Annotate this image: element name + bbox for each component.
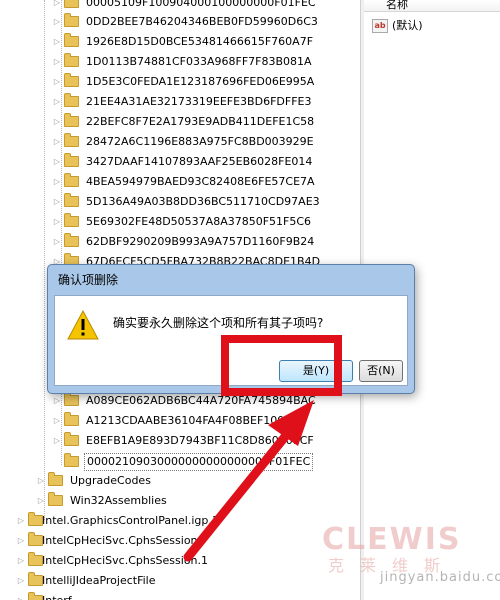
expand-arrow-icon[interactable]: ▷ (52, 72, 62, 92)
expand-arrow-icon[interactable]: ▷ (36, 471, 46, 491)
expand-arrow-icon[interactable]: ▷ (16, 511, 26, 531)
folder-icon (64, 233, 79, 247)
tree-node-label: UpgradeCodes (70, 474, 151, 487)
folder-icon (64, 133, 79, 147)
tree-node-label: A1213CDAABE36104FA4F08BEF100708 (86, 414, 306, 427)
tree-node-label: 1D5E3C0FEDA1E123187696FED06E995A (86, 75, 315, 88)
tree-node-label: IntelCpHeciSvc.CphsSession (42, 534, 198, 547)
folder-icon (64, 453, 79, 467)
folder-icon (64, 53, 79, 67)
tree-node-label: 22BEFC8F7E2A1793E9ADB411DEFE1C58 (86, 115, 315, 128)
watermark-url: jingyan.baidu.com (380, 570, 500, 585)
tree-node-label: 1D0113B74881CF033A968FF7F83B081A (86, 55, 312, 68)
folder-icon (64, 432, 79, 446)
tree-node-label: 21EE4A31AE32173319EEFE3BD6FDFFE3 (86, 95, 312, 108)
folder-icon (48, 472, 63, 486)
folder-icon (64, 73, 79, 87)
folder-icon (64, 0, 79, 8)
tree-node-label: Intel.GraphicsControlPanel.igp.1 (42, 514, 219, 527)
string-value-icon: ab (372, 19, 388, 33)
tree-node-label: 3427DAAF14107893AAF25EB6028FE014 (86, 155, 313, 168)
default-value-label: (默认) (392, 19, 423, 32)
tree-guide-line (44, 0, 45, 520)
expand-arrow-icon[interactable]: ▷ (52, 32, 62, 52)
dialog-title: 确认项删除 (58, 273, 119, 287)
expand-arrow-icon[interactable]: ▷ (52, 192, 62, 212)
folder-icon (64, 193, 79, 207)
folder-icon (64, 213, 79, 227)
tree-node-label: 1926E8D15D0BCE53481466615F760A7F (86, 35, 314, 48)
folder-icon (48, 492, 63, 506)
folder-icon (64, 13, 79, 27)
folder-icon (64, 412, 79, 426)
expand-arrow-icon[interactable]: ▷ (52, 172, 62, 192)
expand-arrow-icon[interactable]: ▷ (52, 152, 62, 172)
highlight-box (221, 335, 342, 396)
expand-arrow-icon[interactable]: ▷ (52, 112, 62, 132)
expand-arrow-icon[interactable]: ▷ (52, 52, 62, 72)
warning-icon (67, 310, 99, 340)
tree-node-label: IntelliJIdeaProjectFile (42, 574, 156, 587)
tree-node-label: 0DD2BEE7B46204346BEB0FD59960D6C3 (86, 15, 318, 28)
expand-arrow-icon[interactable]: ▷ (52, 431, 62, 451)
tree-node-label: E8EFB1A9E893D7943BF11C8D860801CF (86, 434, 314, 447)
folder-icon (64, 33, 79, 47)
expand-arrow-icon[interactable]: ▷ (52, 12, 62, 32)
tree-node-label: 5D136A49A03B8DD36BC511710CD97AE3 (86, 195, 320, 208)
folder-icon (64, 392, 79, 406)
tree-node-label: 28472A6C1196E883A975FC8BD003929E (86, 135, 314, 148)
expand-arrow-icon[interactable]: ▷ (52, 391, 62, 411)
tree-node-label: 4BEA594979BAED93C82408E6FE57CE7A (86, 175, 315, 188)
expand-arrow-icon[interactable]: ▷ (16, 571, 26, 591)
dialog-message: 确实要永久删除这个项和所有其子项吗? (113, 316, 324, 330)
expand-arrow-icon[interactable]: ▷ (16, 551, 26, 571)
expand-arrow-icon[interactable]: ▷ (16, 591, 26, 600)
expand-arrow-icon (52, 452, 62, 472)
no-button[interactable]: 否(N) (359, 360, 403, 382)
folder-icon (64, 93, 79, 107)
expand-arrow-icon[interactable]: ▷ (52, 411, 62, 431)
tree-node-label: 5E69302FE48D50537A8A37850F51F5C6 (86, 215, 312, 228)
tree-node-label: Win32Assemblies (70, 494, 167, 507)
folder-icon (64, 113, 79, 127)
folder-icon (64, 153, 79, 167)
expand-arrow-icon[interactable]: ▷ (16, 531, 26, 551)
watermark: CLEWIS 克莱维斯 jingyan.baidu.com (322, 522, 500, 592)
folder-icon (64, 173, 79, 187)
tree-node-label: 62DBF9290209B993A9A757D1160F9B24 (86, 235, 315, 248)
expand-arrow-icon[interactable]: ▷ (52, 232, 62, 252)
tree-node-label: 00002109030000000000000000F01FEC (84, 453, 314, 471)
tree-node-label: IntelCpHeciSvc.CphsSession.1 (42, 554, 209, 567)
expand-arrow-icon[interactable]: ▷ (52, 132, 62, 152)
default-value-row[interactable]: ab (默认) (372, 17, 423, 35)
expand-arrow-icon[interactable]: ▷ (52, 92, 62, 112)
expand-arrow-icon[interactable]: ▷ (52, 212, 62, 232)
tree-node-label: Interf... (40, 591, 83, 600)
expand-arrow-icon[interactable]: ▷ (36, 491, 46, 511)
name-column-header[interactable]: 名称 (364, 0, 500, 12)
